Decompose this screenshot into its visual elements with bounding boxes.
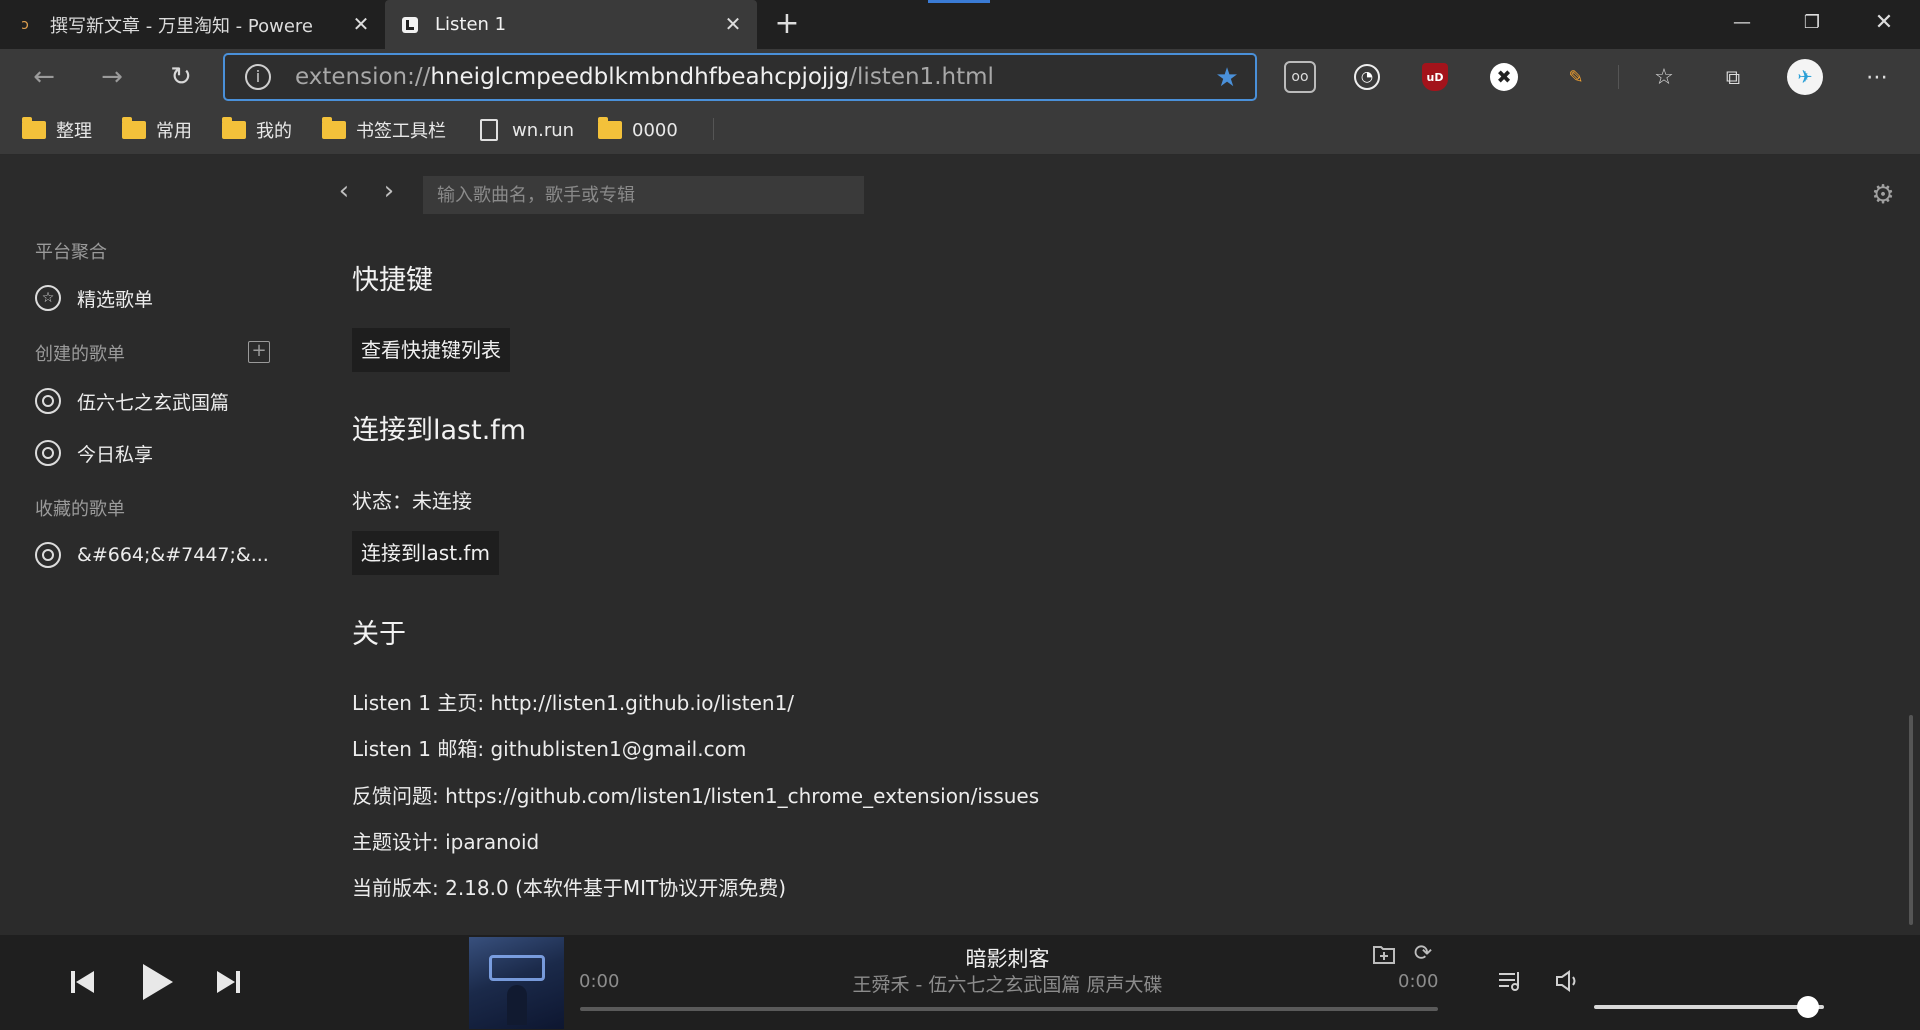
tab-title: Listen 1 (435, 14, 507, 35)
scrollbar[interactable] (1909, 715, 1913, 925)
favorites-icon[interactable]: ☆ (1648, 61, 1680, 93)
minimize-icon[interactable]: — (1727, 8, 1757, 38)
url-text[interactable]: extension://hneiglcmpeedblkmbndhfbeahcpj… (295, 64, 994, 90)
zhihu-icon: ↄ (21, 16, 29, 33)
forward-arrow-icon[interactable]: → (94, 59, 130, 95)
folder-icon (22, 117, 46, 139)
sidebar-header-favorited: 收藏的歌单 (35, 499, 125, 520)
sidebar-item-featured[interactable]: ☆ 精选歌单 (35, 283, 153, 313)
bookmark-wn-run[interactable]: wn.run (480, 117, 574, 143)
view-shortcuts-button[interactable]: 查看快捷键列表 (352, 328, 510, 372)
loop-icon[interactable]: ⟳ (1410, 941, 1436, 967)
address-bar[interactable]: i extension://hneiglcmpeedblkmbndhfbeahc… (223, 53, 1257, 101)
playlist-queue-icon[interactable] (1497, 969, 1523, 993)
tools-icon[interactable]: ✖ (1490, 63, 1518, 91)
sidebar-header-platform: 平台聚合 (35, 242, 107, 263)
ublock-icon[interactable]: uD (1422, 63, 1448, 91)
current-time: 0:00 (579, 971, 620, 992)
about-homepage: Listen 1 主页: http://listen1.github.io/li… (352, 691, 795, 715)
bookmark-folder-0000[interactable]: 0000 (598, 117, 678, 143)
shortcuts-title: 快捷键 (352, 265, 433, 296)
info-icon[interactable]: i (245, 64, 271, 90)
toolbar-separator (1618, 65, 1619, 89)
listen1-icon (401, 16, 419, 34)
tab-zhihu[interactable]: ↄ 撰写新文章 - 万里淘知 - Powere ✕ (0, 0, 385, 49)
browser-toolbar: ← → ↻ i extension://hneiglcmpeedblkmbndh… (0, 49, 1920, 105)
listen1-app: 平台聚合 ☆ 精选歌单 创建的歌单 + 伍六七之玄武国篇 今日私享 收藏的歌单 … (0, 155, 1920, 935)
about-title: 关于 (352, 619, 406, 650)
speed-gauge-icon[interactable]: ◔ (1354, 64, 1380, 90)
back-arrow-icon[interactable]: ← (26, 59, 62, 95)
bookmark-folder-changyong[interactable]: 常用 (122, 117, 192, 143)
disc-icon (35, 542, 61, 568)
star-circle-icon: ☆ (35, 285, 61, 311)
volume-slider[interactable] (1594, 996, 1824, 1018)
lastfm-status: 状态：未连接 (352, 489, 472, 513)
about-theme: 主题设计: iparanoid (352, 830, 540, 854)
volume-knob[interactable] (1796, 996, 1819, 1018)
about-email: Listen 1 邮箱: githublisten1@gmail.com (352, 737, 747, 761)
about-feedback: 反馈问题: https://github.com/listen1/listen1… (352, 784, 1040, 808)
favorite-star-icon[interactable]: ★ (1213, 64, 1241, 92)
gear-icon[interactable]: ⚙ (1869, 181, 1897, 209)
collections-icon[interactable]: ⧉ (1717, 61, 1749, 93)
tab-title: 撰写新文章 - 万里淘知 - Powere (50, 15, 313, 37)
tab-loading-indicator (928, 0, 990, 3)
tab-strip: ↄ 撰写新文章 - 万里淘知 - Powere ✕ Listen 1 ✕ + —… (0, 0, 1920, 49)
profile-avatar[interactable]: ✈ (1787, 59, 1823, 95)
page-icon (480, 119, 498, 141)
more-menu-icon[interactable]: ⋯ (1861, 61, 1893, 93)
progress-bar[interactable] (580, 1007, 1438, 1011)
disc-icon (35, 388, 61, 414)
folder-icon (222, 117, 246, 139)
bookmark-folder-toolbar[interactable]: 书签工具栏 (322, 117, 446, 143)
volume-icon[interactable] (1554, 969, 1580, 993)
player-bar: 暗影刺客 王舜禾 - 伍六七之玄武国篇 原声大碟 0:00 0:00 ⟳ (0, 935, 1920, 1030)
new-tab-icon[interactable]: + (772, 9, 802, 40)
song-title: 暗影刺客 (965, 947, 1050, 971)
close-tab-icon[interactable]: ✕ (351, 14, 371, 34)
close-tab-icon[interactable]: ✕ (723, 14, 743, 34)
about-version: 当前版本: 2.18.0 (本软件基于MIT协议开源免费) (352, 876, 787, 900)
refresh-icon[interactable]: ↻ (163, 59, 199, 95)
folder-icon (322, 117, 346, 139)
tab-listen1[interactable]: Listen 1 ✕ (385, 0, 757, 49)
reader-icon[interactable]: oo (1284, 61, 1316, 93)
bookmark-folder-zhengli[interactable]: 整理 (22, 117, 92, 143)
sidebar-item-playlist[interactable]: 今日私享 (35, 438, 153, 468)
sidebar-item-favorited-playlist[interactable]: &#664;&#7447;&... (35, 540, 269, 570)
total-time: 0:00 (1398, 971, 1439, 992)
restore-icon[interactable]: ❐ (1797, 8, 1827, 38)
disc-icon (35, 440, 61, 466)
pen-extension-icon[interactable]: ✎ (1560, 61, 1592, 93)
bookmark-folder-wode[interactable]: 我的 (222, 117, 292, 143)
sidebar-header-created: 创建的歌单 (35, 344, 125, 365)
settings-page: 快捷键 查看快捷键列表 连接到last.fm 状态：未连接 连接到last.fm… (352, 155, 1852, 935)
bookmarks-bar: 整理 常用 我的 书签工具栏 wn.run 0000 (0, 105, 1920, 155)
connect-lastfm-button[interactable]: 连接到last.fm (352, 531, 499, 575)
sidebar: 平台聚合 ☆ 精选歌单 创建的歌单 + 伍六七之玄武国篇 今日私享 收藏的歌单 … (0, 155, 300, 935)
close-window-icon[interactable]: ✕ (1869, 8, 1899, 38)
folder-icon (122, 117, 146, 139)
folder-icon (598, 117, 622, 139)
add-to-playlist-icon[interactable] (1372, 943, 1396, 965)
song-artist-album: 王舜禾 - 伍六七之玄武国篇 原声大碟 (852, 974, 1163, 996)
lastfm-title: 连接到last.fm (352, 415, 527, 446)
add-playlist-icon[interactable]: + (248, 341, 270, 363)
sidebar-item-playlist[interactable]: 伍六七之玄武国篇 (35, 386, 229, 416)
bookmark-separator (713, 118, 714, 140)
